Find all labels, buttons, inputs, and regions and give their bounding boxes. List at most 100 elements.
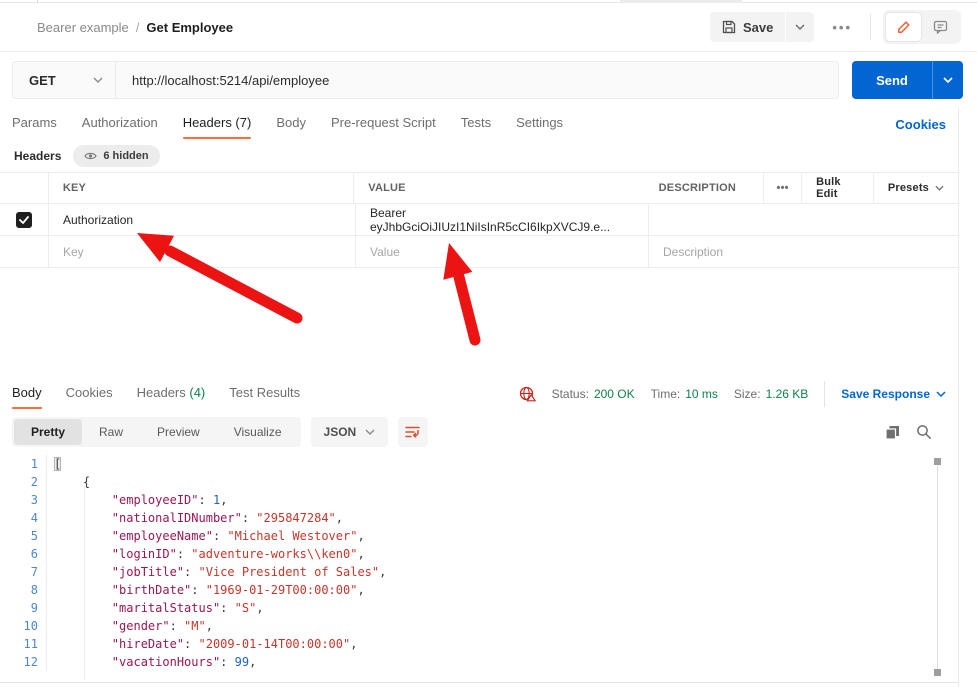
response-tab-headers-label: Headers [137, 385, 186, 400]
line-number: 9 [0, 599, 47, 617]
header-description-cell[interactable] [648, 204, 958, 235]
save-button-label: Save [743, 20, 773, 35]
tab-tests[interactable]: Tests [461, 109, 491, 139]
tab-authorization[interactable]: Authorization [82, 109, 158, 139]
headers-subheader: Headers 6 hidden [0, 140, 958, 172]
json-key: "employeeID" [112, 493, 199, 507]
tab-params[interactable]: Params [12, 109, 57, 139]
view-tab-pretty[interactable]: Pretty [14, 419, 82, 445]
code-scrollbar[interactable] [933, 458, 942, 676]
json-key: "gender" [112, 619, 170, 633]
json-value: [ [54, 457, 61, 471]
view-tab-preview[interactable]: Preview [140, 419, 217, 445]
language-select[interactable]: JSON [311, 417, 389, 447]
header-value-cell[interactable]: Bearer eyJhbGciOiJIUzI1NiIsInR5cCI6IkpXV… [355, 204, 648, 235]
save-button[interactable]: Save [710, 12, 785, 42]
line-number: 8 [0, 581, 47, 599]
presets-label: Presets [888, 182, 929, 194]
key-placeholder-cell[interactable]: Key [48, 236, 355, 267]
headers-table: KEY VALUE DESCRIPTION ••• Bulk Edit Pres… [0, 172, 958, 268]
copy-response-button[interactable] [885, 425, 900, 440]
row-checkbox-checked[interactable] [16, 212, 32, 228]
response-tools [885, 424, 946, 440]
view-mode-switcher: Pretty Raw Preview Visualize [12, 417, 301, 447]
tab-headers[interactable]: Headers (7) [183, 109, 252, 139]
json-value: "adventure-works\\ken0" [191, 547, 357, 561]
line-number: 12 [0, 653, 47, 671]
response-tab-headers[interactable]: Headers (4) [137, 379, 206, 409]
chevron-down-icon [93, 77, 103, 83]
response-tab-cookies[interactable]: Cookies [66, 379, 113, 409]
more-actions-button[interactable]: ••• [826, 16, 858, 39]
network-warning-icon[interactable] [519, 386, 536, 402]
hidden-headers-toggle[interactable]: 6 hidden [73, 145, 159, 167]
json-value: "Vice President of Sales" [199, 565, 380, 579]
tab-pre-request-script[interactable]: Pre-request Script [331, 109, 436, 139]
breadcrumb-separator: / [136, 20, 140, 35]
language-value: JSON [324, 425, 357, 439]
response-toolbar: Pretty Raw Preview Visualize JSON [0, 415, 958, 449]
breadcrumb-request-title[interactable]: Get Employee [146, 20, 233, 35]
view-tab-raw[interactable]: Raw [82, 419, 140, 445]
status-badge: Status: 200 OK [552, 387, 635, 401]
line-number: 6 [0, 545, 47, 563]
size-badge: Size:1.26 KB [734, 387, 808, 401]
wrap-lines-button[interactable] [398, 417, 428, 447]
tab-body[interactable]: Body [276, 109, 306, 139]
send-options-caret[interactable] [932, 61, 963, 99]
json-key: "birthDate" [112, 583, 191, 597]
bulk-edit-button[interactable]: Bulk Edit [801, 173, 873, 203]
chevron-down-icon [365, 429, 375, 435]
send-button-group: Send [852, 61, 963, 99]
json-value: "2009-01-14T00:00:00" [199, 637, 351, 651]
status-value: 200 OK [594, 387, 635, 401]
request-header: Bearer example / Get Employee Save ••• [0, 3, 977, 52]
response-tab-test-results[interactable]: Test Results [229, 379, 300, 409]
header-key-cell[interactable]: Authorization [48, 204, 355, 235]
code-text: "loginID": "adventure-works\\ken0", [47, 545, 365, 563]
response-meta: Status:200 OK Time:10 ms Size:1.26 KB Sa… [519, 381, 946, 407]
description-placeholder-cell[interactable]: Description [648, 236, 958, 267]
save-options-caret[interactable] [786, 12, 814, 42]
code-text: "employeeName": "Michael Westover", [47, 527, 365, 545]
chevron-down-icon [936, 391, 946, 397]
response-tab-body[interactable]: Body [12, 379, 42, 409]
view-tab-visualize[interactable]: Visualize [217, 419, 299, 445]
tab-settings[interactable]: Settings [516, 109, 563, 139]
code-text: "gender": "M", [47, 617, 213, 635]
scrollbar-thumb-top[interactable] [934, 458, 941, 465]
value-placeholder-cell[interactable]: Value [355, 236, 648, 267]
code-text: "maritalStatus": "S", [47, 599, 264, 617]
comment-icon [933, 20, 948, 34]
breadcrumb-collection[interactable]: Bearer example [37, 20, 129, 35]
postman-request-window: Bearer example / Get Employee Save ••• [0, 0, 977, 687]
header-row-authorization: Authorization Bearer eyJhbGciOiJIUzI1NiI… [0, 204, 958, 236]
send-button[interactable]: Send [852, 61, 932, 99]
code-text: "hireDate": "2009-01-14T00:00:00", [47, 635, 357, 653]
json-key: "employeeName" [112, 529, 213, 543]
code-line: 6 "loginID": "adventure-works\\ken0", [0, 545, 958, 563]
search-response-button[interactable] [916, 424, 932, 440]
right-sidebar-edge [958, 108, 977, 687]
chevron-down-icon [943, 77, 953, 83]
save-response-dropdown[interactable]: Save Response [841, 387, 946, 401]
comments-button[interactable] [923, 13, 958, 41]
method-select[interactable]: GET [13, 62, 116, 98]
edit-mode-button[interactable] [886, 13, 921, 41]
json-key: "hireDate" [112, 637, 184, 651]
eye-icon [84, 151, 97, 161]
table-more-button[interactable]: ••• [763, 173, 801, 203]
hidden-headers-label: 6 hidden [103, 150, 148, 162]
status-label: Status: [552, 387, 589, 401]
line-number: 7 [0, 563, 47, 581]
cookies-link[interactable]: Cookies [895, 117, 946, 132]
select-all-cell [0, 173, 48, 203]
table-header-row: KEY VALUE DESCRIPTION ••• Bulk Edit Pres… [0, 172, 958, 204]
request-url-row: GET http://localhost:5214/api/employee S… [0, 52, 977, 108]
url-input[interactable]: http://localhost:5214/api/employee [116, 73, 838, 88]
scrollbar-thumb-bottom[interactable] [934, 669, 941, 676]
presets-dropdown[interactable]: Presets [873, 173, 958, 203]
json-key: "loginID" [112, 547, 177, 561]
floppy-disk-icon [722, 20, 736, 34]
code-line: 8 "birthDate": "1969-01-29T00:00:00", [0, 581, 958, 599]
